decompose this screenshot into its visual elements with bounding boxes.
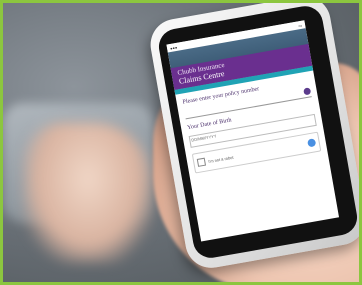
status-battery-icon: ▭ <box>297 22 303 28</box>
photo-frame: ●●● ▭ Chubb Insurance Claims Centre Plea… <box>0 0 362 285</box>
captcha-logo-icon <box>307 138 317 148</box>
status-signal-icon: ●●● <box>169 44 178 51</box>
blurred-hand <box>23 123 153 263</box>
captcha-checkbox[interactable] <box>196 158 207 168</box>
policy-toggle-icon[interactable] <box>303 87 312 96</box>
captcha-label: I'm not a robot <box>207 154 234 164</box>
